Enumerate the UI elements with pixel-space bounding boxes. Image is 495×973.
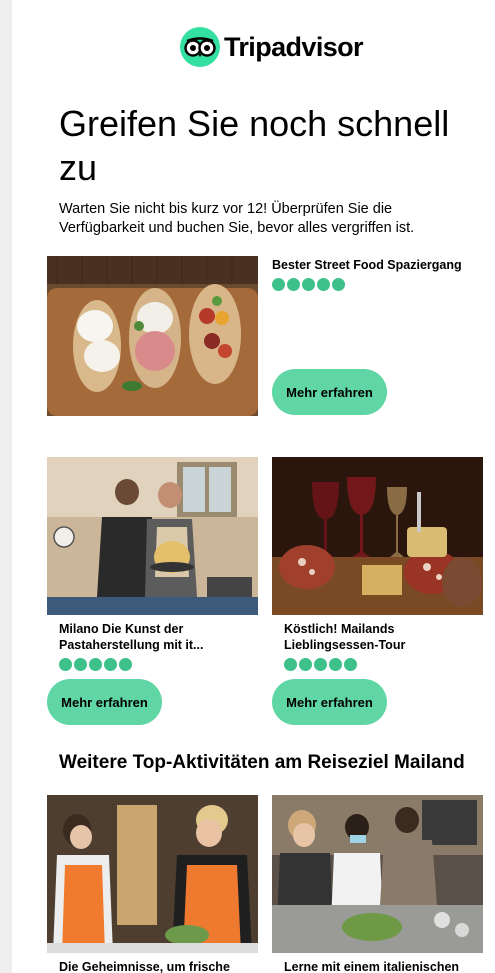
rating-dot-icon [284, 658, 297, 671]
grid-more-button[interactable]: Mehr erfahren [272, 679, 387, 725]
bruschetta-photo[interactable] [47, 256, 258, 416]
cooking-class-photo[interactable] [47, 795, 258, 953]
pasta-making-photo[interactable] [47, 457, 258, 615]
featured-title[interactable]: Bester Street Food Spaziergang [272, 257, 487, 273]
more-item-title[interactable]: Lerne mit einem italienischen [284, 959, 484, 973]
rating-dot-icon [287, 278, 300, 291]
section-heading: Weitere Top-Aktivitäten am Reiseziel Mai… [59, 752, 465, 773]
featured-more-button[interactable]: Mehr erfahren [272, 369, 387, 415]
grid-item-rating [284, 658, 357, 671]
rating-dot-icon [329, 658, 342, 671]
rating-dot-icon [302, 278, 315, 291]
rating-dot-icon [299, 658, 312, 671]
kitchen-class-photo[interactable] [272, 795, 483, 953]
brand-name: Tripadvisor [224, 31, 364, 62]
rating-dot-icon [104, 658, 117, 671]
rating-dot-icon [89, 658, 102, 671]
rating-dot-icon [272, 278, 285, 291]
tripadvisor-logo[interactable]: Tripadvisor [180, 27, 364, 67]
email-card: Tripadvisor Greifen Sie noch schnell zu … [12, 0, 495, 973]
more-item-title[interactable]: Die Geheimnisse, um frische [59, 959, 259, 973]
grid-more-button[interactable]: Mehr erfahren [47, 679, 162, 725]
rating-dot-icon [344, 658, 357, 671]
headline: Greifen Sie noch schnell zu [59, 103, 450, 188]
grid-item-title[interactable]: Köstlich! Mailands Lieblingsessen-Tour [284, 621, 484, 653]
rating-dot-icon [59, 658, 72, 671]
featured-rating [272, 278, 345, 291]
grid-item-rating [59, 658, 132, 671]
intro-text: Warten Sie nicht bis kurz vor 12! Überpr… [59, 201, 415, 236]
rating-dot-icon [119, 658, 132, 671]
rating-dot-icon [317, 278, 330, 291]
rating-dot-icon [332, 278, 345, 291]
rating-dot-icon [74, 658, 87, 671]
rating-dot-icon [314, 658, 327, 671]
salami-wine-photo[interactable] [272, 457, 483, 615]
owl-icon [180, 27, 220, 67]
grid-item-title[interactable]: Milano Die Kunst der Pastaherstellung mi… [59, 621, 259, 653]
